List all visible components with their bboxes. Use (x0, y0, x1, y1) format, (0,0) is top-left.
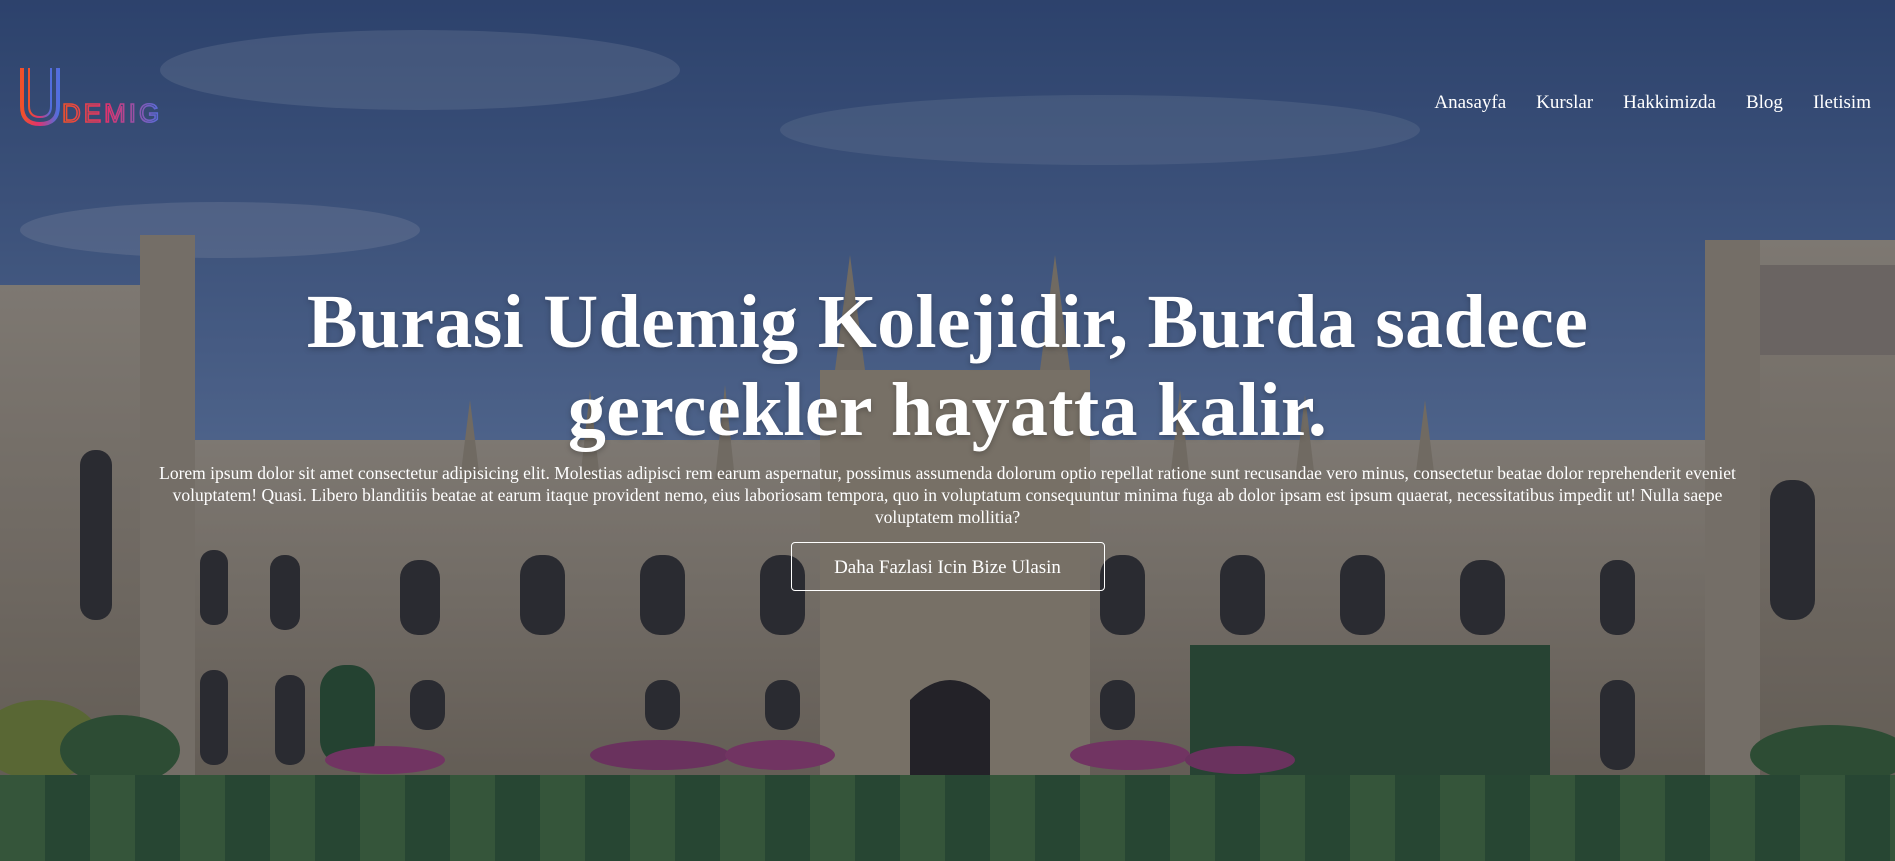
nav-item-kurslar[interactable]: Kurslar (1536, 92, 1593, 114)
main-nav: Anasayfa Kurslar Hakkimizda Blog Iletisi… (1404, 92, 1871, 114)
hero-section: DEMIG Anasayfa Kurslar Hakkimizda Blog I… (0, 0, 1895, 861)
brand-logo-text: DEMIG (62, 98, 162, 128)
hero-content: Burasi Udemig Kolejidir, Burda sadece ge… (150, 278, 1745, 591)
nav-item-iletisim[interactable]: Iletisim (1813, 92, 1871, 114)
contact-cta-button[interactable]: Daha Fazlasi Icin Bize Ulasin (790, 542, 1105, 591)
hero-headline: Burasi Udemig Kolejidir, Burda sadece ge… (306, 280, 1589, 452)
nav-item-hakkimizda[interactable]: Hakkimizda (1623, 92, 1716, 114)
nav-item-anasayfa[interactable]: Anasayfa (1434, 92, 1506, 114)
nav-item-blog[interactable]: Blog (1746, 92, 1783, 114)
brand-logo[interactable]: DEMIG (18, 64, 183, 130)
hero-description: Lorem ipsum dolor sit amet consectetur a… (159, 463, 1736, 527)
